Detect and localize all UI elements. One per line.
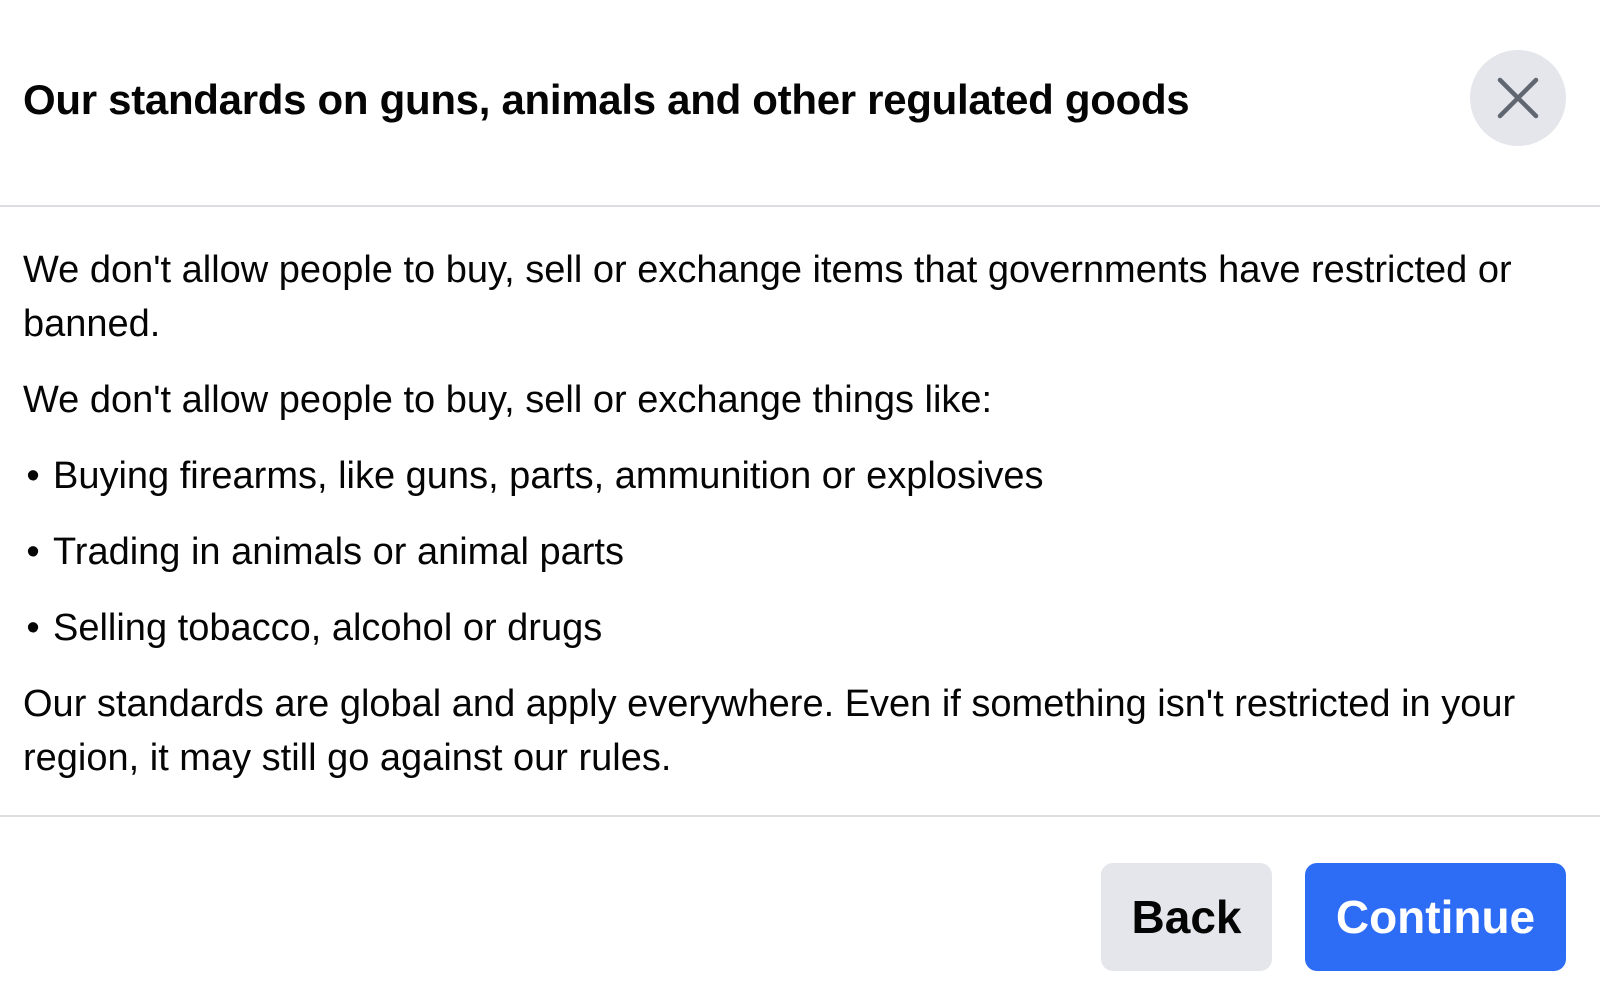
close-icon xyxy=(1496,76,1540,120)
list-heading: We don't allow people to buy, sell or ex… xyxy=(23,379,993,421)
back-button[interactable]: Back xyxy=(1101,863,1272,971)
dialog-body: We don't allow people to buy, sell or ex… xyxy=(0,207,1600,817)
list-item: • Buying firearms, like guns, parts, amm… xyxy=(23,449,1560,503)
dialog-title: Our standards on guns, animals and other… xyxy=(23,76,1190,123)
bullet-icon: • xyxy=(26,607,40,649)
dialog-header: Our standards on guns, animals and other… xyxy=(0,0,1600,207)
continue-button[interactable]: Continue xyxy=(1305,863,1566,971)
list-item: • Trading in animals or animal parts xyxy=(23,525,1560,579)
restricted-items-list: • Buying firearms, like guns, parts, amm… xyxy=(23,449,1560,655)
list-item-label: Buying firearms, like guns, parts, ammun… xyxy=(53,455,1044,497)
list-item-label: Trading in animals or animal parts xyxy=(53,531,624,573)
closing-text: Our standards are global and apply every… xyxy=(23,683,1516,779)
intro-text: We don't allow people to buy, sell or ex… xyxy=(23,249,1512,345)
list-item: • Selling tobacco, alcohol or drugs xyxy=(23,601,1560,655)
bullet-icon: • xyxy=(26,455,40,497)
close-button[interactable] xyxy=(1470,50,1566,146)
bullet-icon: • xyxy=(26,531,40,573)
dialog-footer: Back Continue xyxy=(0,817,1600,1000)
standards-dialog: Our standards on guns, animals and other… xyxy=(0,0,1600,1000)
list-item-label: Selling tobacco, alcohol or drugs xyxy=(53,607,603,649)
